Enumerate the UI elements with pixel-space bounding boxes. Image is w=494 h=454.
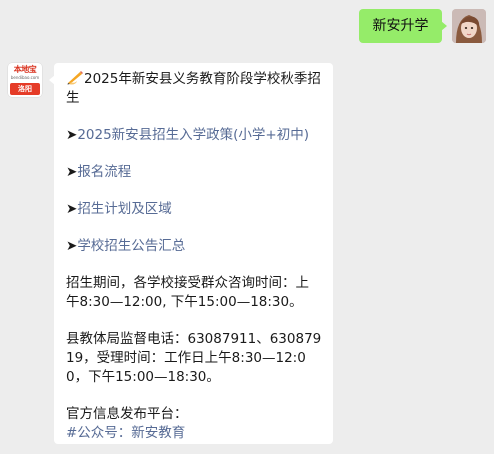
link-line-notices: ➤学校招生公告汇总 [66, 237, 322, 256]
bot-message-bubble: 2025年新安县义务教育阶段学校秋季招生 ➤2025新安县招生入学政策(小学+初… [49, 63, 333, 444]
arrow-icon: ➤ [66, 238, 78, 254]
link-line-process: ➤报名流程 [66, 163, 322, 182]
arrow-icon: ➤ [66, 127, 78, 143]
message-title: 2025年新安县义务教育阶段学校秋季招生 [66, 71, 321, 106]
link-enrollment-plan[interactable]: 招生计划及区域 [77, 201, 172, 217]
bot-avatar-brand: 本地宝 [13, 65, 37, 74]
official-account-link[interactable]: #公众号：新安教育 [66, 425, 185, 441]
message-title-line: 2025年新安县义务教育阶段学校秋季招生 [66, 69, 322, 108]
supervision-phone-text: 县教体局监督电话：63087911、63087919，受理时间：工作日上午8:3… [66, 331, 322, 385]
link-line-policy: ➤2025新安县招生入学政策(小学+初中) [66, 126, 322, 145]
arrow-icon: ➤ [66, 201, 78, 217]
consult-time-text: 招生期间，各学校接受群众咨询时间：上午8:30—12:00, 下午15:00—1… [66, 275, 309, 310]
bot-bubble-tail [49, 75, 55, 85]
writing-hand-icon [67, 71, 83, 85]
official-platform-label: 官方信息发布平台： [66, 406, 188, 422]
link-registration-process[interactable]: 报名流程 [77, 164, 131, 180]
arrow-icon: ➤ [66, 164, 78, 180]
link-school-notices[interactable]: 学校招生公告汇总 [77, 238, 185, 254]
user-avatar-image [452, 9, 486, 43]
bot-avatar[interactable]: 本地宝 bendibao.com 洛阳 [8, 63, 42, 97]
user-message-text: 新安升学 [372, 18, 429, 34]
link-line-plan: ➤招生计划及区域 [66, 200, 322, 219]
user-bubble-tail [441, 21, 447, 31]
bot-avatar-site: bendibao.com [10, 75, 40, 80]
link-policy[interactable]: 2025新安县招生入学政策(小学+初中) [77, 127, 309, 143]
bot-avatar-city-badge: 洛阳 [10, 83, 40, 95]
user-avatar[interactable] [452, 9, 486, 43]
user-message-bubble[interactable]: 新安升学 [359, 9, 447, 43]
